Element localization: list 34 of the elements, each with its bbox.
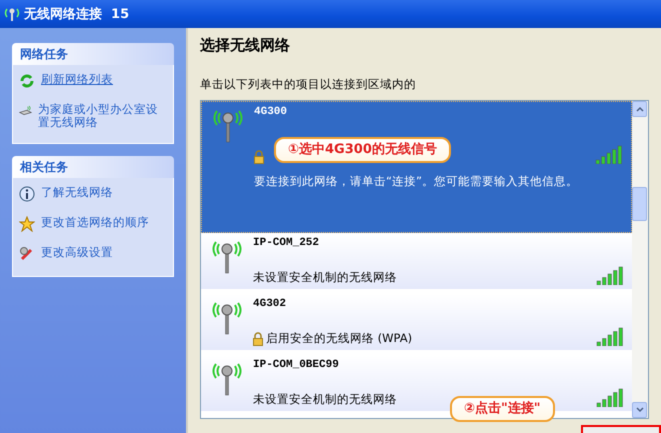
window-title: 无线网络连接 15 xyxy=(24,6,130,23)
network-name: 4G300 xyxy=(254,106,288,118)
signal-strength-icon xyxy=(595,144,623,164)
instruction-text: 单击以下列表中的项目以连接到区域内的 xyxy=(200,77,417,92)
task-link[interactable]: 更改首选网络的顺序 xyxy=(19,216,167,232)
info-icon xyxy=(19,186,35,202)
scrollbar[interactable] xyxy=(632,101,648,418)
signal-strength-icon xyxy=(596,326,624,346)
task-link[interactable]: 为家庭或小型办公室设置无线网络 xyxy=(19,103,167,129)
page-heading: 选择无线网络 xyxy=(200,36,291,55)
signal-strength-icon xyxy=(596,387,624,407)
scroll-thumb[interactable] xyxy=(632,187,647,221)
task-link[interactable]: 了解无线网络 xyxy=(19,186,167,202)
security-status: 未设置安全机制的无线网络 xyxy=(253,392,397,407)
callout: ①选中4G300的无线信号 xyxy=(274,137,451,163)
callout: ②点击"连接" xyxy=(450,396,555,422)
network-name: IP-COM_252 xyxy=(253,237,320,249)
task-link[interactable]: 刷新网络列表 xyxy=(19,73,167,89)
refresh-icon xyxy=(19,73,35,89)
connect-button-edge[interactable] xyxy=(581,425,661,433)
wireless-icon xyxy=(4,6,20,22)
task-link[interactable]: 更改高级设置 xyxy=(19,246,167,262)
network-name: 4G302 xyxy=(253,298,288,310)
scroll-up-button[interactable] xyxy=(632,101,647,117)
star-icon xyxy=(19,216,35,232)
task-panel-header: 相关任务 xyxy=(12,156,174,178)
task-panel-header: 网络任务 xyxy=(12,43,174,65)
security-status: 未设置安全机制的无线网络 xyxy=(253,270,397,285)
scroll-down-button[interactable] xyxy=(632,402,647,418)
connect-hint: 要连接到此网络，请单击“连接”。您可能需要输入其他信息。 xyxy=(254,174,579,189)
tools-icon xyxy=(19,246,35,262)
security-status: 启用安全的无线网络 (WPA) xyxy=(266,331,412,346)
signal-strength-icon xyxy=(596,265,624,285)
network-name: IP-COM_0BEC99 xyxy=(253,359,340,371)
